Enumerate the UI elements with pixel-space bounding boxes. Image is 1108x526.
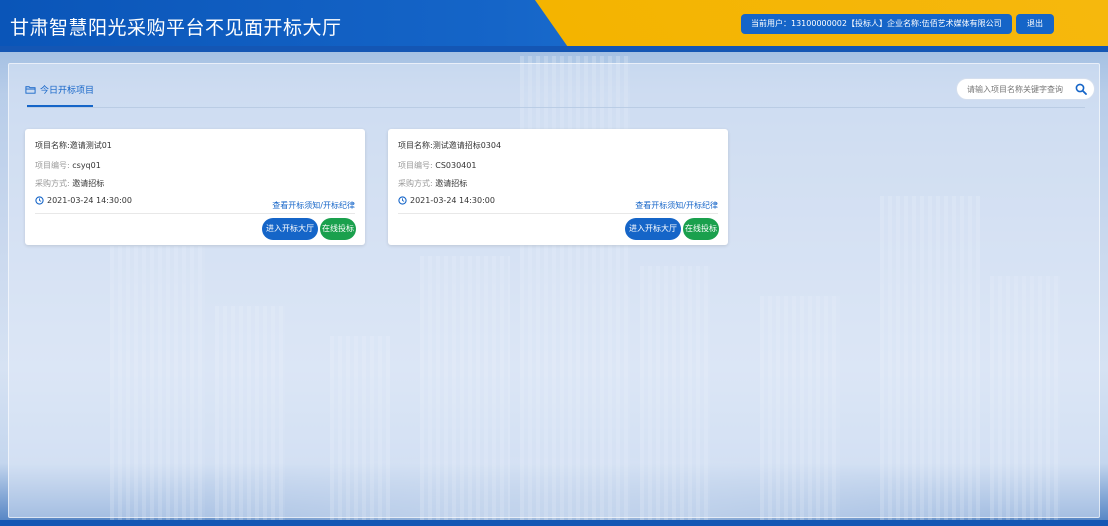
enter-bid-hall-button[interactable]: 进入开标大厅 [625,218,681,240]
folder-icon [25,85,36,94]
online-bid-button[interactable]: 在线投标 [320,218,356,240]
procurement-method-value: 邀请招标 [72,179,105,188]
header-bottom-bar [0,46,1108,52]
project-name-label: 项目名称: [35,141,70,150]
app-title: 甘肃智慧阳光采购平台不见面开标大厅 [10,17,342,39]
bottom-strip [0,520,1108,526]
search-input[interactable] [967,82,1072,96]
project-code: 项目编号: CS030401 [398,160,476,171]
procurement-method: 采购方式: 邀请招标 [35,178,104,189]
opening-notice-link[interactable]: 查看开标须知/开标纪律 [635,200,718,211]
clock-icon [35,196,44,205]
project-name: 项目名称:测试邀请招标0304 [398,140,501,151]
project-name-value: 测试邀请招标0304 [432,141,502,150]
top-header: 甘肃智慧阳光采购平台不见面开标大厅 当前用户：13100000002【投标人】企… [0,0,1108,52]
opening-time-value: 2021-03-24 14:30:00 [410,196,495,205]
logout-button[interactable]: 退出 [1016,14,1054,34]
enter-bid-hall-button[interactable]: 进入开标大厅 [262,218,318,240]
project-name-label: 项目名称: [398,141,433,150]
project-code: 项目编号: csyq01 [35,160,101,171]
card-divider [35,213,355,214]
project-code-label: 项目编号: [398,161,433,170]
opening-time: 2021-03-24 14:30:00 [35,196,132,205]
opening-time-value: 2021-03-24 14:30:00 [47,196,132,205]
project-code-value: CS030401 [435,161,477,170]
current-user-info: 当前用户：13100000002【投标人】企业名称:伍佰艺术媒体有限公司 [741,14,1012,34]
tab-divider [27,107,1085,108]
opening-notice-link[interactable]: 查看开标须知/开标纪律 [272,200,355,211]
project-name-value: 邀请测试01 [69,141,112,150]
section-title: 今日开标项目 [40,85,95,96]
main-panel: 今日开标项目 项目名称:邀请测试01 项目编号: csyq01 采购方式: 邀请… [8,63,1100,518]
online-bid-button[interactable]: 在线投标 [683,218,719,240]
project-code-label: 项目编号: [35,161,70,170]
project-code-value: csyq01 [72,161,101,170]
search-icon[interactable] [1075,83,1087,95]
procurement-method-label: 采购方式: [398,179,433,188]
procurement-method-label: 采购方式: [35,179,70,188]
clock-icon [398,196,407,205]
opening-time: 2021-03-24 14:30:00 [398,196,495,205]
project-card: 项目名称:测试邀请招标0304 项目编号: CS030401 采购方式: 邀请招… [388,129,728,245]
search-box [956,78,1095,100]
project-name: 项目名称:邀请测试01 [35,140,112,151]
procurement-method: 采购方式: 邀请招标 [398,178,467,189]
card-divider [398,213,718,214]
procurement-method-value: 邀请招标 [435,179,468,188]
section-tab-today[interactable]: 今日开标项目 [25,81,94,97]
project-card: 项目名称:邀请测试01 项目编号: csyq01 采购方式: 邀请招标 2021… [25,129,365,245]
